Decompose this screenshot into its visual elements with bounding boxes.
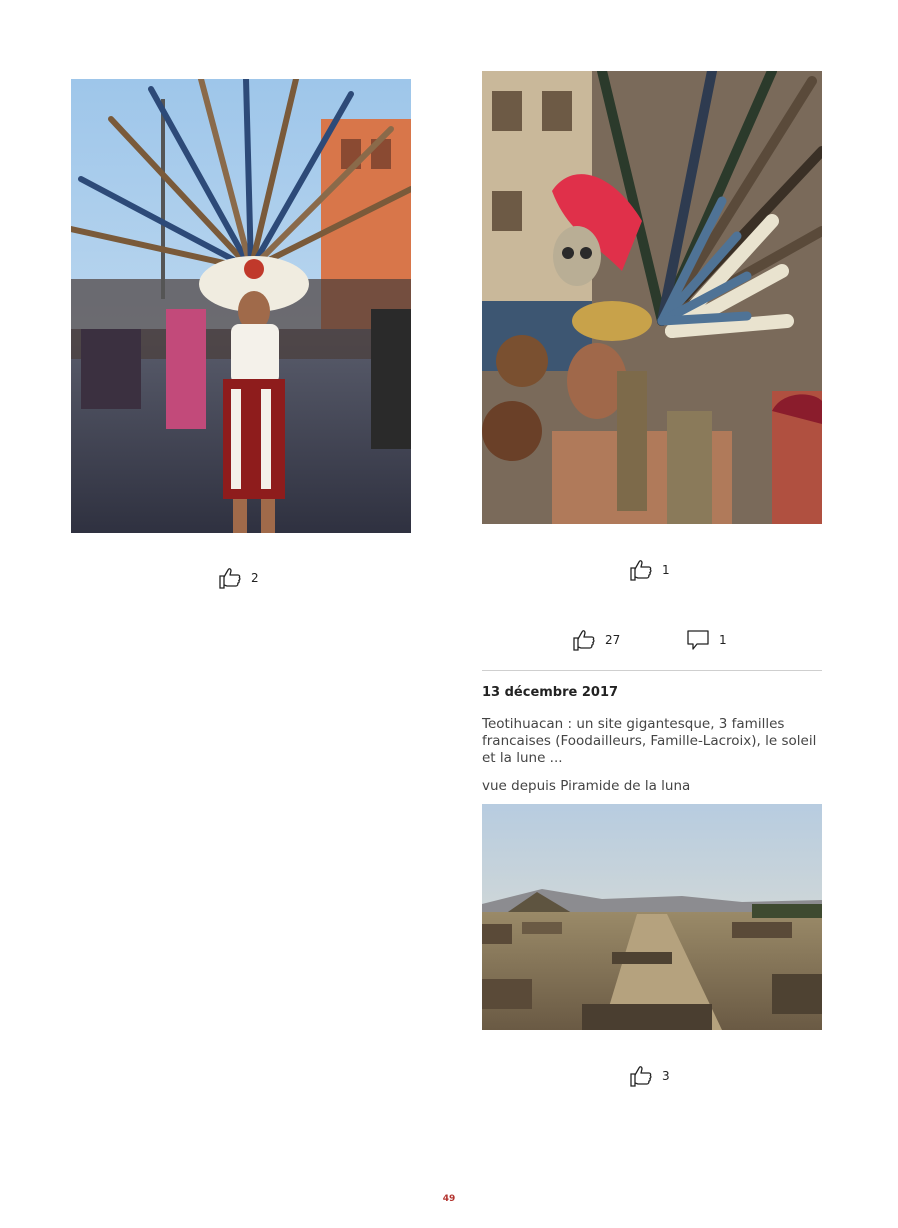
speech-bubble-icon xyxy=(687,630,709,650)
photo-teotihuacan[interactable] xyxy=(482,804,822,1030)
photo-skull-headdress-like[interactable]: 1 xyxy=(629,558,670,582)
post-title: Teotihuacan : un site gigantesque, 3 fam… xyxy=(482,716,817,766)
photo-teotihuacan-like[interactable]: 3 xyxy=(629,1064,670,1088)
like-count: 3 xyxy=(662,1069,670,1083)
like-count: 1 xyxy=(662,563,670,577)
photo-dancer-plaza-like[interactable]: 2 xyxy=(218,566,259,590)
photo-skull-headdress-image xyxy=(482,71,822,524)
like-count: 27 xyxy=(605,633,621,647)
photo-dancer-plaza[interactable] xyxy=(71,79,411,533)
thumbs-up-icon xyxy=(573,630,595,651)
thumbs-up-icon xyxy=(630,1066,652,1087)
post-date: 13 décembre 2017 xyxy=(482,685,619,700)
photo-skull-headdress[interactable] xyxy=(482,71,822,524)
thumbs-up-icon xyxy=(630,560,652,581)
comment-count: 1 xyxy=(719,633,727,647)
photo-teotihuacan-image xyxy=(482,804,822,1030)
post-divider xyxy=(482,670,822,671)
photo-dancer-plaza-image xyxy=(71,79,411,533)
post-comment-button[interactable]: 1 xyxy=(686,628,727,652)
page-number: 49 xyxy=(442,1194,456,1204)
post-like-button[interactable]: 27 xyxy=(572,628,620,652)
post-caption: vue depuis Piramide de la luna xyxy=(482,778,691,794)
thumbs-up-icon xyxy=(219,568,241,589)
like-count: 2 xyxy=(251,571,259,585)
